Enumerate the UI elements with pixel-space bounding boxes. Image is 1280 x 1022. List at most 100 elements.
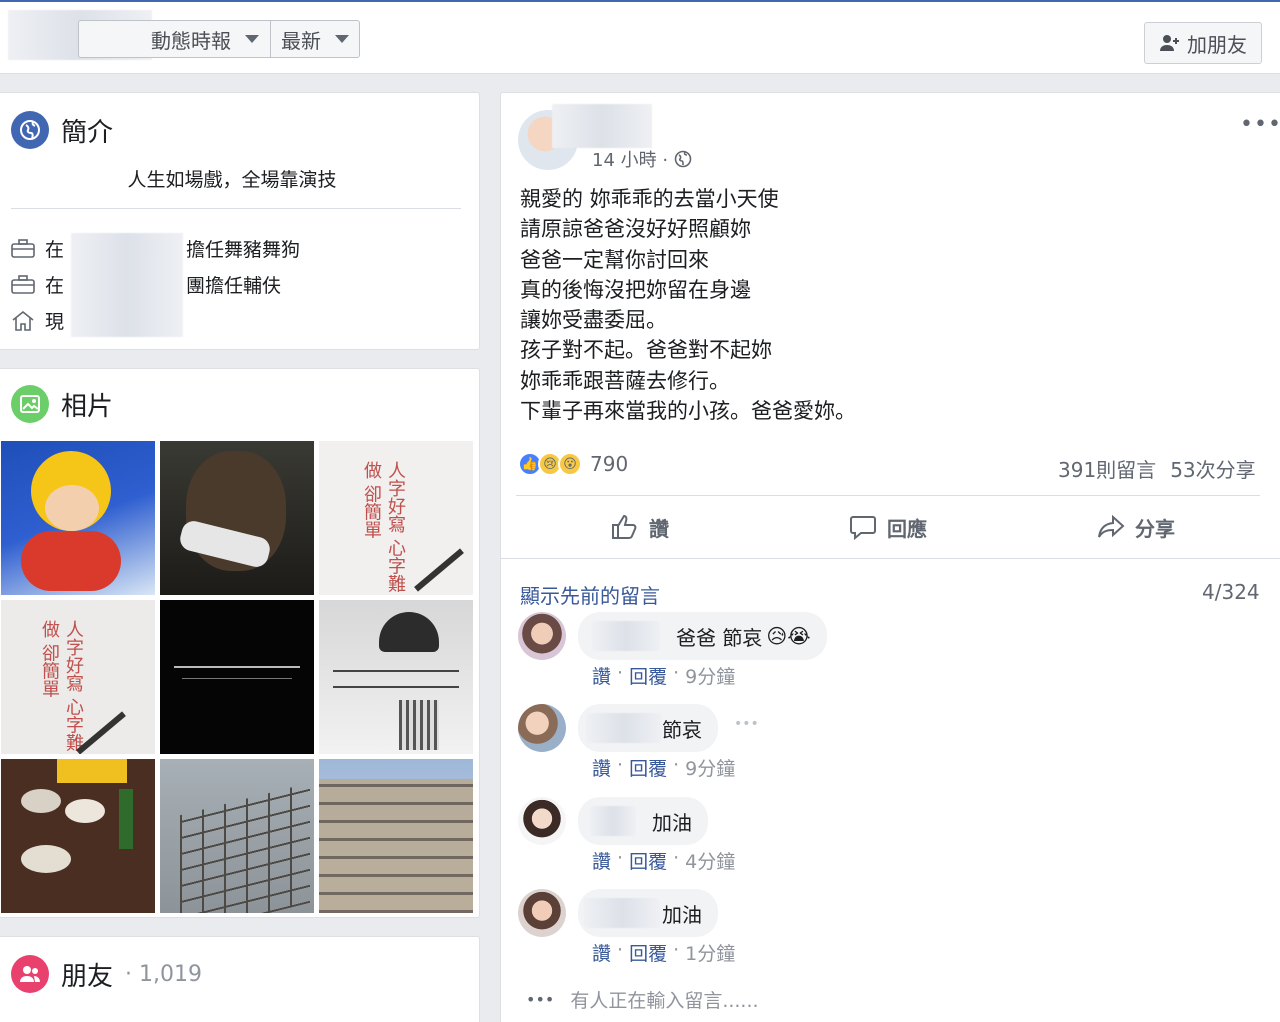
commenter-name-redacted[interactable] xyxy=(584,898,660,928)
friends-count: · 1,019 xyxy=(125,961,202,987)
comment-bubble: 爸爸 節哀 😥😭 xyxy=(578,612,827,660)
photo-thumbnail[interactable] xyxy=(160,600,314,754)
intro-header: 簡介 xyxy=(11,111,113,149)
post-body: 親愛的 妳乖乖的去當小天使 請原諒爸爸沒好好照顧妳 爸爸一定幫你討回來 真的後悔… xyxy=(520,184,856,426)
comments-counter: 4/324 xyxy=(1202,580,1260,604)
typing-dots-icon: ••• xyxy=(526,990,555,1009)
comment-time[interactable]: 4分鐘 xyxy=(685,847,735,874)
timeline-label: 動態時報 xyxy=(151,28,231,53)
intro-card: 簡介 人生如場戲，全場靠演技 在 擔任舞豬舞狗 在 團擔任輔伕 現 xyxy=(0,92,480,350)
friends-icon xyxy=(11,955,49,993)
post-line: 孩子對不起。爸爸對不起妳 xyxy=(520,338,772,363)
friends-title: 朋友 xyxy=(61,961,114,992)
typing-indicator: ••• 有人正在輸入留言...... xyxy=(526,986,759,1013)
commenter-name-redacted[interactable] xyxy=(592,621,660,651)
post-line: 爸爸一定幫你討回來 xyxy=(520,247,709,272)
post-line: 下輩子再來當我的小孩。爸爸愛妳。 xyxy=(520,399,856,424)
comments-count[interactable]: 391則留言 xyxy=(1058,454,1156,483)
commenter-avatar[interactable] xyxy=(518,612,566,660)
comment-label: 回應 xyxy=(887,516,927,541)
photo-thumbnail[interactable] xyxy=(1,441,155,595)
comment-like-link[interactable]: 讚 xyxy=(592,662,611,689)
divider xyxy=(516,495,1260,496)
photos-title: 相片 xyxy=(61,391,114,422)
work-1-prefix: 在 xyxy=(45,239,65,261)
post-stats: 391則留言 53次分享 xyxy=(1058,454,1256,483)
intro-title: 簡介 xyxy=(61,117,114,148)
photo-thumbnail[interactable]: 人字好寫 心字難做 卻簡單 xyxy=(1,600,155,754)
comment-text: 加油 xyxy=(652,810,692,835)
comment-like-link[interactable]: 讚 xyxy=(592,847,611,874)
wow-reaction-icon: 😮 xyxy=(558,452,582,476)
reactions-summary[interactable]: 👍 😢 😮 790 xyxy=(518,452,628,476)
timeline-filter-group: 動態時報 最新 xyxy=(78,20,360,58)
photo-thumbnail[interactable] xyxy=(1,759,155,913)
show-previous-comments-link[interactable]: 顯示先前的留言 xyxy=(520,580,660,609)
comment-time[interactable]: 1分鐘 xyxy=(685,939,735,966)
comment-time[interactable]: 9分鐘 xyxy=(685,662,735,689)
post-actions: 讚 回應 分享 xyxy=(516,504,1260,550)
add-friend-label: 加朋友 xyxy=(1187,32,1247,57)
divider xyxy=(11,208,461,209)
photo-thumbnail[interactable] xyxy=(319,600,473,754)
photo-icon xyxy=(11,385,49,423)
photo-thumbnail[interactable]: 人字好寫 心字難做 卻簡單 xyxy=(319,441,473,595)
top-bar: 動態時報 最新 加朋友 xyxy=(0,0,1280,74)
comment-reply-link[interactable]: 回覆 xyxy=(629,939,667,966)
commenter-avatar[interactable] xyxy=(518,889,566,937)
sort-dropdown[interactable]: 最新 xyxy=(271,21,359,57)
like-label: 讚 xyxy=(649,516,669,541)
more-options-icon[interactable]: ••• xyxy=(1240,112,1280,137)
shares-count[interactable]: 53次分享 xyxy=(1170,454,1255,483)
post-line: 請原諒爸爸沒好好照顧妳 xyxy=(520,217,751,242)
home-icon xyxy=(12,310,34,331)
comment-button[interactable]: 回應 xyxy=(764,504,1012,550)
lives-prefix: 現 xyxy=(45,311,65,333)
comment-bubble: 節哀 xyxy=(578,704,718,752)
comment-text: 加油 xyxy=(662,902,702,927)
share-button[interactable]: 分享 xyxy=(1012,504,1260,550)
caret-down-icon xyxy=(335,35,349,43)
briefcase-icon xyxy=(11,238,35,258)
briefcase-icon xyxy=(11,274,35,294)
friends-card: 朋友 · 1,019 xyxy=(0,936,480,1022)
commenter-avatar[interactable] xyxy=(518,704,566,752)
share-label: 分享 xyxy=(1135,516,1175,541)
caret-down-icon xyxy=(245,35,259,43)
post-time[interactable]: 14 小時 · xyxy=(592,146,668,172)
comment-reply-link[interactable]: 回覆 xyxy=(629,754,667,781)
commenter-name-redacted[interactable] xyxy=(586,713,662,743)
divider xyxy=(500,558,1280,559)
post-line: 妳乖乖跟菩薩去修行。 xyxy=(520,368,730,393)
comment-icon xyxy=(850,516,876,540)
photo-thumbnail[interactable] xyxy=(160,759,314,913)
typing-text: 有人正在輸入留言...... xyxy=(570,990,759,1012)
timeline-dropdown[interactable]: 動態時報 xyxy=(79,21,271,57)
share-icon xyxy=(1098,514,1125,538)
photo-thumbnail[interactable] xyxy=(160,441,314,595)
work-2-text: 團擔任輔伕 xyxy=(186,275,282,297)
photo-thumbnail[interactable] xyxy=(319,759,473,913)
add-friend-button[interactable]: 加朋友 xyxy=(1144,22,1262,64)
crying-emoji-icon: 😥😭 xyxy=(766,624,811,648)
add-person-icon xyxy=(1160,35,1179,51)
commenter-name-redacted[interactable] xyxy=(590,806,636,836)
comment-like-link[interactable]: 讚 xyxy=(592,939,611,966)
comment-options-icon[interactable]: ••• xyxy=(734,716,759,732)
lives-in-item: 現 xyxy=(11,307,64,334)
comment-reply-link[interactable]: 回覆 xyxy=(629,662,667,689)
like-button[interactable]: 讚 xyxy=(516,504,764,550)
post-line: 親愛的 妳乖乖的去當小天使 xyxy=(520,187,779,211)
comment-reply-link[interactable]: 回覆 xyxy=(629,847,667,874)
poster-name-redacted[interactable] xyxy=(552,104,652,148)
intro-bio: 人生如場戲，全場靠演技 xyxy=(127,169,337,191)
post-line: 真的後悔沒把妳留在身邊 xyxy=(520,277,751,302)
comment-time[interactable]: 9分鐘 xyxy=(685,754,735,781)
photos-card: 相片 人字好寫 心字難做 卻簡單 人字好寫 心字難做 卻簡單 xyxy=(0,368,480,918)
comment-like-link[interactable]: 讚 xyxy=(592,754,611,781)
commenter-avatar[interactable] xyxy=(518,797,566,845)
post-line: 讓妳受盡委屈。 xyxy=(520,308,667,333)
friends-header: 朋友 · 1,019 xyxy=(11,955,202,993)
photos-header: 相片 xyxy=(11,385,113,423)
sort-label: 最新 xyxy=(281,28,321,53)
